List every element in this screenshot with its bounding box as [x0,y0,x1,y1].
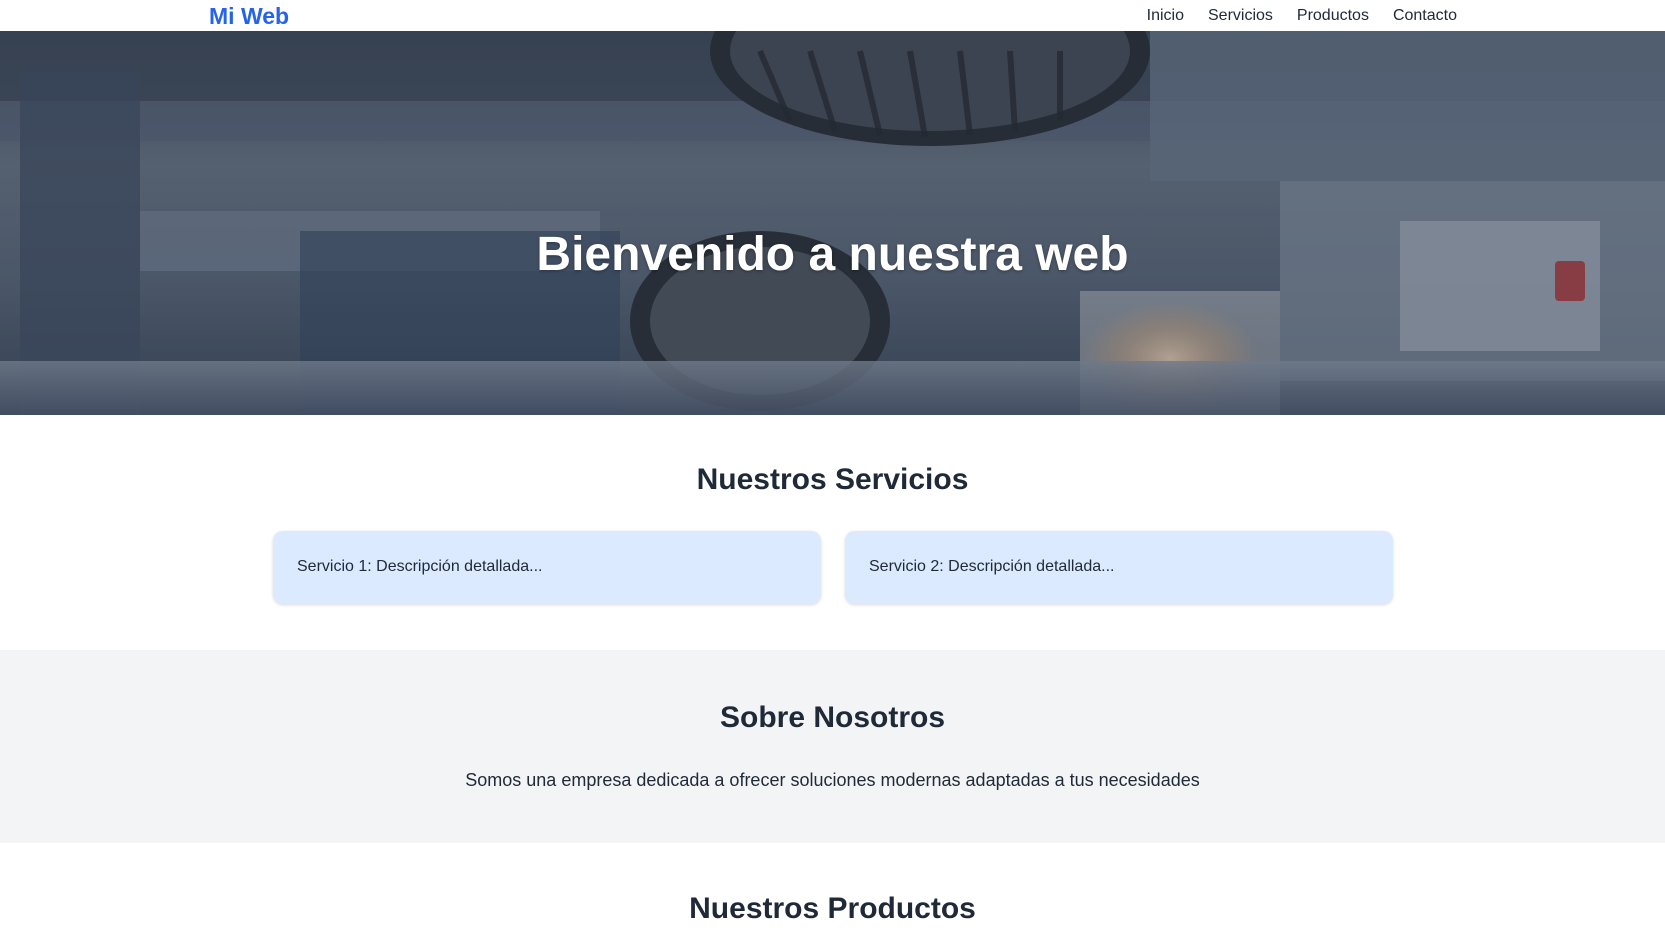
service-card-text: Servicio 1: Descripción detallada... [297,558,543,575]
products-title: Nuestros Productos [689,892,976,925]
nav-links: Inicio Servicios Productos Contacto [1147,5,1457,27]
hero-title: Bienvenido a nuestra web [536,228,1129,282]
service-card-2: Servicio 2: Descripción detallada... [845,531,1393,604]
navbar: Mi Web Inicio Servicios Productos Contac… [0,0,1665,31]
products-section: Nuestros Productos [0,843,1665,925]
nav-link-contacto[interactable]: Contacto [1393,5,1457,27]
service-card-1: Servicio 1: Descripción detallada... [273,531,821,604]
brand-logo[interactable]: Mi Web [209,2,289,30]
about-title: Sobre Nosotros [719,701,946,734]
services-section: Nuestros Servicios Servicio 1: Descripci… [0,415,1665,650]
service-card-text: Servicio 2: Descripción detallada... [869,558,1115,575]
nav-link-servicios[interactable]: Servicios [1208,5,1273,27]
about-section: Sobre Nosotros Somos una empresa dedicad… [0,650,1665,843]
services-title: Nuestros Servicios [696,463,969,496]
hero-section: Bienvenido a nuestra web [0,31,1665,415]
about-text: Somos una empresa dedicada a ofrecer sol… [465,770,1200,790]
nav-link-inicio[interactable]: Inicio [1147,5,1184,27]
nav-link-productos[interactable]: Productos [1297,5,1369,27]
hero-overlay [0,31,1665,415]
